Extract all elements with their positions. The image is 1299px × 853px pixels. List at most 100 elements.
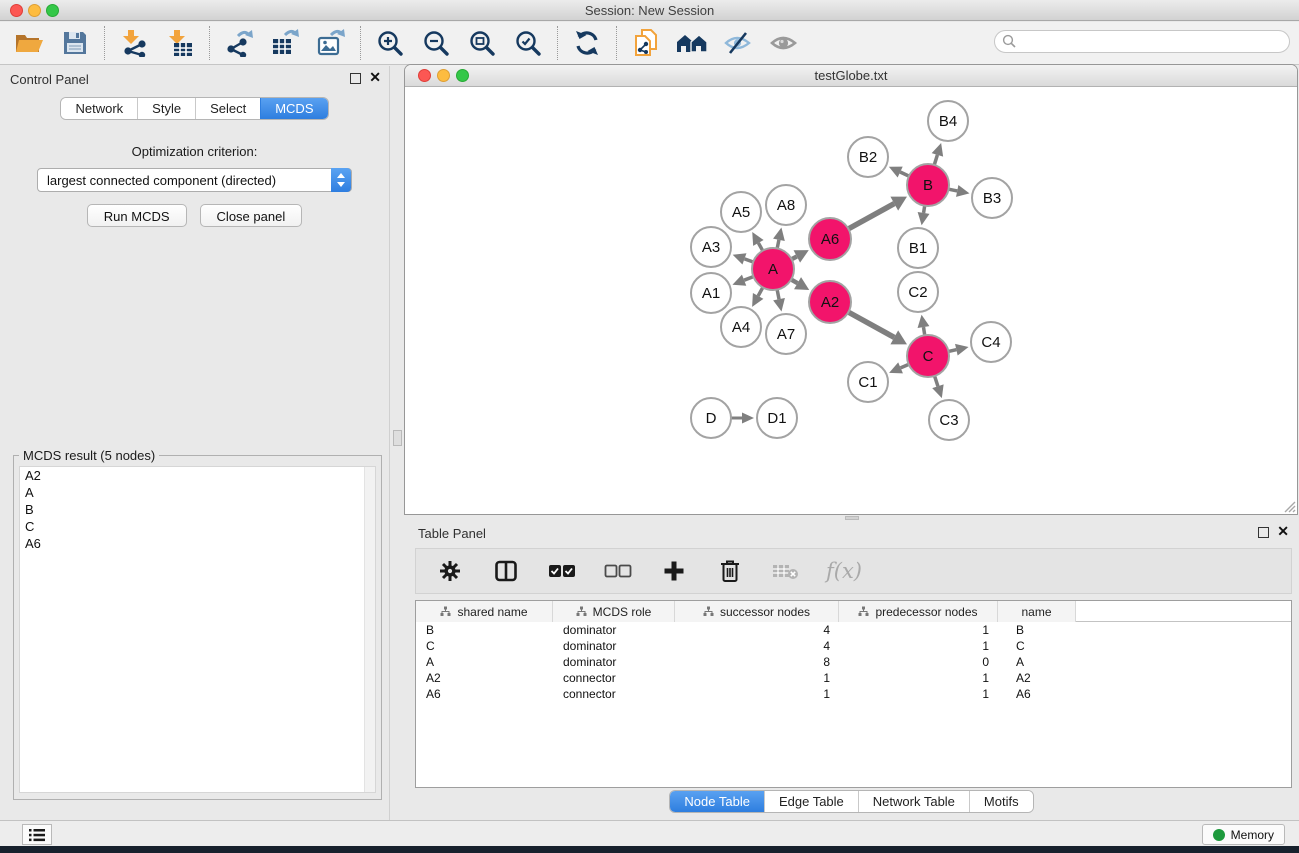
graph-edge[interactable]	[777, 290, 779, 300]
table-cell[interactable]: 8	[675, 654, 839, 670]
table-cell[interactable]: 1	[839, 686, 998, 702]
mcds-result-list[interactable]: A2ABCA6	[19, 466, 376, 793]
table-cell[interactable]: 1	[839, 670, 998, 686]
column-header[interactable]: predecessor nodes	[839, 601, 998, 622]
result-item[interactable]: A2	[20, 467, 375, 484]
graph-edge[interactable]	[923, 327, 924, 335]
tab-select[interactable]: Select	[195, 98, 260, 119]
new-network-from-selection-button[interactable]	[630, 27, 662, 59]
delete-row-button[interactable]	[714, 555, 746, 587]
tab-node-table[interactable]: Node Table	[670, 791, 764, 812]
export-image-button[interactable]	[315, 27, 347, 59]
first-neighbors-button[interactable]	[676, 27, 708, 59]
graph-edge[interactable]	[777, 240, 779, 249]
graph-edge[interactable]	[848, 204, 894, 229]
column-header[interactable]: name	[998, 601, 1076, 622]
zoom-in-button[interactable]	[374, 27, 406, 59]
save-session-button[interactable]	[59, 27, 91, 59]
table-cell[interactable]: 1	[839, 622, 998, 638]
hide-selected-button[interactable]	[722, 27, 754, 59]
table-row[interactable]: Bdominator41B	[416, 622, 1291, 638]
graph-edge[interactable]	[758, 287, 763, 296]
table-cell[interactable]: 0	[839, 654, 998, 670]
result-item[interactable]: A6	[20, 535, 375, 552]
tab-edge-table[interactable]: Edge Table	[764, 791, 858, 812]
graph-edge[interactable]	[758, 243, 762, 251]
table-cell[interactable]: B	[416, 622, 553, 638]
close-panel-button[interactable]: Close panel	[200, 204, 303, 227]
open-session-button[interactable]	[13, 27, 45, 59]
search-input[interactable]	[1017, 35, 1289, 49]
column-header[interactable]: successor nodes	[675, 601, 839, 622]
run-mcds-button[interactable]: Run MCDS	[87, 204, 187, 227]
table-cell[interactable]: 1	[675, 670, 839, 686]
optimization-criterion-select[interactable]: largest connected component (directed)	[37, 168, 352, 192]
table-cell[interactable]: A6	[416, 686, 553, 702]
graph-edge[interactable]	[935, 376, 938, 386]
table-cell[interactable]: dominator	[553, 622, 675, 638]
graph-edge[interactable]	[900, 172, 909, 176]
graph-edge[interactable]	[848, 312, 894, 337]
zoom-out-button[interactable]	[420, 27, 452, 59]
graph-edge[interactable]	[744, 259, 753, 262]
add-row-button[interactable]	[658, 555, 690, 587]
result-item[interactable]: C	[20, 518, 375, 535]
table-cell[interactable]: A	[416, 654, 553, 670]
table-settings-button[interactable]	[434, 555, 466, 587]
graph-edge[interactable]	[924, 206, 925, 213]
graph-edge[interactable]	[901, 364, 909, 368]
show-all-button[interactable]	[768, 27, 800, 59]
task-history-button[interactable]	[22, 824, 52, 845]
table-cell[interactable]: connector	[553, 670, 675, 686]
memory-button[interactable]: Memory	[1202, 824, 1285, 845]
table-cell[interactable]: 1	[675, 686, 839, 702]
tab-network-table[interactable]: Network Table	[858, 791, 969, 812]
zoom-selected-button[interactable]	[512, 27, 544, 59]
float-panel-button[interactable]	[350, 73, 361, 84]
table-cell[interactable]: C	[998, 638, 1076, 654]
import-network-button[interactable]	[118, 27, 150, 59]
tab-network[interactable]: Network	[61, 98, 137, 119]
table-cell[interactable]: A2	[416, 670, 553, 686]
table-cell[interactable]: B	[998, 622, 1076, 638]
table-row[interactable]: Cdominator41C	[416, 638, 1291, 654]
network-window-titlebar[interactable]: testGlobe.txt	[405, 65, 1297, 87]
table-cell[interactable]: A6	[998, 686, 1076, 702]
float-table-panel-button[interactable]	[1258, 527, 1269, 538]
table-cell[interactable]: C	[416, 638, 553, 654]
tab-motifs[interactable]: Motifs	[969, 791, 1033, 812]
graph-edge[interactable]	[948, 350, 956, 352]
result-item[interactable]: B	[20, 501, 375, 518]
table-row[interactable]: A6connector11A6	[416, 686, 1291, 702]
import-table-button[interactable]	[164, 27, 196, 59]
network-graph[interactable]: AA1A2A3A4A5A6A7A8BB1B2B3B4CC1C2C3C4DD1	[405, 87, 1297, 514]
function-builder-button[interactable]: f(x)	[826, 555, 862, 587]
search-box[interactable]	[994, 30, 1290, 53]
tab-mcds[interactable]: MCDS	[260, 98, 327, 119]
column-header[interactable]: MCDS role	[553, 601, 675, 622]
table-cell[interactable]: 4	[675, 638, 839, 654]
table-cell[interactable]: 1	[839, 638, 998, 654]
table-row[interactable]: A2connector11A2	[416, 670, 1291, 686]
column-header[interactable]: shared name	[416, 601, 553, 622]
table-row[interactable]: Adominator80A	[416, 654, 1291, 670]
export-table-button[interactable]	[269, 27, 301, 59]
refresh-button[interactable]	[571, 27, 603, 59]
graph-edge[interactable]	[791, 280, 797, 284]
close-panel-icon-button[interactable]: ✕	[369, 70, 381, 84]
graph-edge[interactable]	[949, 189, 958, 191]
result-item[interactable]: A	[20, 484, 375, 501]
resize-grip-icon[interactable]	[1282, 499, 1296, 513]
tab-style[interactable]: Style	[137, 98, 195, 119]
result-scrollbar[interactable]	[364, 467, 375, 792]
node-table[interactable]: shared nameMCDS rolesuccessor nodesprede…	[415, 600, 1292, 788]
select-all-button[interactable]	[546, 555, 578, 587]
network-canvas[interactable]: AA1A2A3A4A5A6A7A8BB1B2B3B4CC1C2C3C4DD1	[405, 87, 1297, 514]
deselect-all-button[interactable]	[602, 555, 634, 587]
table-cell[interactable]: A	[998, 654, 1076, 670]
delete-table-button[interactable]	[770, 555, 802, 587]
table-cell[interactable]: connector	[553, 686, 675, 702]
table-cell[interactable]: 4	[675, 622, 839, 638]
table-cell[interactable]: dominator	[553, 638, 675, 654]
graph-edge[interactable]	[934, 155, 937, 165]
